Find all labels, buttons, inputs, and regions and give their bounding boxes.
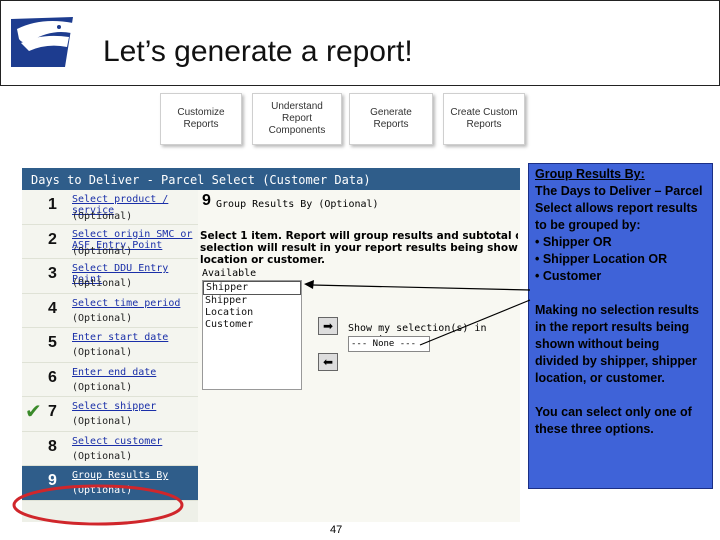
- step-row-5[interactable]: 5 Enter start date (Optional): [22, 328, 198, 363]
- description-line: Select 1 item. Report will group results…: [200, 230, 518, 242]
- step-link[interactable]: Enter end date: [72, 367, 196, 378]
- step-list: 1 Select product / service (Optional) 2 …: [22, 190, 198, 522]
- step-optional-label: (Optional): [72, 312, 133, 324]
- page-number: 47: [330, 524, 343, 536]
- step-understand-report-components[interactable]: Understand Report Components: [252, 93, 342, 145]
- step-optional-label: (Optional): [72, 450, 133, 462]
- step-optional-label: (Optional): [72, 278, 133, 289]
- step-number: 1: [48, 196, 57, 213]
- step-number: 5: [48, 334, 57, 351]
- step-row-8[interactable]: 8 Select customer (Optional): [22, 431, 198, 466]
- step-number: 6: [48, 368, 57, 386]
- checkmark-icon: ✔: [25, 401, 42, 423]
- step-link[interactable]: Select customer: [72, 436, 196, 447]
- step-optional-label: (Optional): [72, 211, 133, 222]
- step-link[interactable]: Enter start date: [72, 332, 196, 343]
- pane-step-number: 9: [202, 192, 211, 209]
- step-number: 8: [48, 437, 57, 455]
- step-number: 7: [48, 403, 57, 420]
- step-optional-label: (Optional): [72, 347, 133, 358]
- slide-header: Let’s generate a report!: [0, 0, 720, 86]
- eagle-logo-icon: [11, 17, 73, 67]
- step-row-7[interactable]: ✔ 7 Select shipper (Optional): [22, 397, 198, 432]
- step-row-2[interactable]: 2 Select origin SMC or ASF Entry Point (…: [22, 224, 198, 259]
- step-row-3[interactable]: 3 Select DDU Entry Point (Optional): [22, 259, 198, 294]
- step-link[interactable]: Select time period: [72, 298, 196, 309]
- step-optional-label: (Optional): [72, 416, 133, 427]
- step-generate-reports[interactable]: Generate Reports: [349, 93, 433, 145]
- list-item[interactable]: Shipper Location: [203, 295, 301, 319]
- explanation-callout: Group Results By: The Days to Deliver – …: [528, 163, 713, 489]
- step-optional-label: (Optional): [72, 485, 133, 496]
- callout-text: Making no selection results in the repor…: [535, 303, 699, 385]
- report-app-panel: Days to Deliver - Parcel Select (Custome…: [22, 168, 520, 522]
- step-number: 9: [48, 472, 57, 489]
- description-line: location or customer.: [200, 254, 326, 266]
- description-line: selection will result in your report res…: [200, 242, 518, 254]
- step-link[interactable]: Select shipper: [72, 401, 196, 412]
- arrow-left-icon: ⬅: [322, 355, 334, 369]
- available-label: Available: [202, 268, 257, 279]
- available-listbox[interactable]: Shipper Shipper Location Customer: [202, 280, 302, 390]
- step-number: 2: [48, 230, 57, 248]
- step-optional-label: (Optional): [72, 245, 133, 257]
- step-row-6[interactable]: 6 Enter end date (Optional): [22, 362, 198, 397]
- callout-text: You can select only one of these three o…: [535, 405, 692, 436]
- group-results-pane: 9 Group Results By (Optional) Select 1 i…: [198, 190, 520, 522]
- step-number: 3: [48, 265, 57, 282]
- step-row-1[interactable]: 1 Select product / service (Optional): [22, 190, 198, 225]
- step-link[interactable]: Group Results By: [72, 470, 196, 481]
- callout-bullet: • Shipper OR: [535, 235, 612, 249]
- step-optional-label: (Optional): [72, 381, 133, 393]
- list-item[interactable]: Shipper: [203, 281, 301, 295]
- remove-arrow-button[interactable]: ⬅: [318, 353, 338, 371]
- add-arrow-button[interactable]: ➡: [318, 317, 338, 335]
- pane-heading: Group Results By (Optional): [216, 199, 379, 210]
- arrow-right-icon: ➡: [322, 319, 334, 333]
- callout-bullet: • Customer: [535, 269, 602, 283]
- selected-listbox[interactable]: --- None ---: [348, 336, 430, 352]
- slide-title: Let’s generate a report!: [103, 35, 413, 68]
- app-title-bar: Days to Deliver - Parcel Select (Custome…: [22, 168, 520, 190]
- list-item[interactable]: Customer: [203, 319, 301, 331]
- callout-bullet: • Shipper Location OR: [535, 252, 668, 266]
- step-create-custom-reports[interactable]: Create Custom Reports: [443, 93, 525, 145]
- callout-heading: Group Results By:: [535, 167, 645, 181]
- pane-description: Select 1 item. Report will group results…: [200, 230, 518, 266]
- step-customize-reports[interactable]: Customize Reports: [160, 93, 242, 145]
- callout-text: The Days to Deliver – Parcel Select allo…: [535, 184, 703, 232]
- step-number: 4: [48, 299, 57, 317]
- step-row-4[interactable]: 4 Select time period (Optional): [22, 293, 198, 328]
- step-row-9[interactable]: 9 Group Results By (Optional): [22, 466, 198, 501]
